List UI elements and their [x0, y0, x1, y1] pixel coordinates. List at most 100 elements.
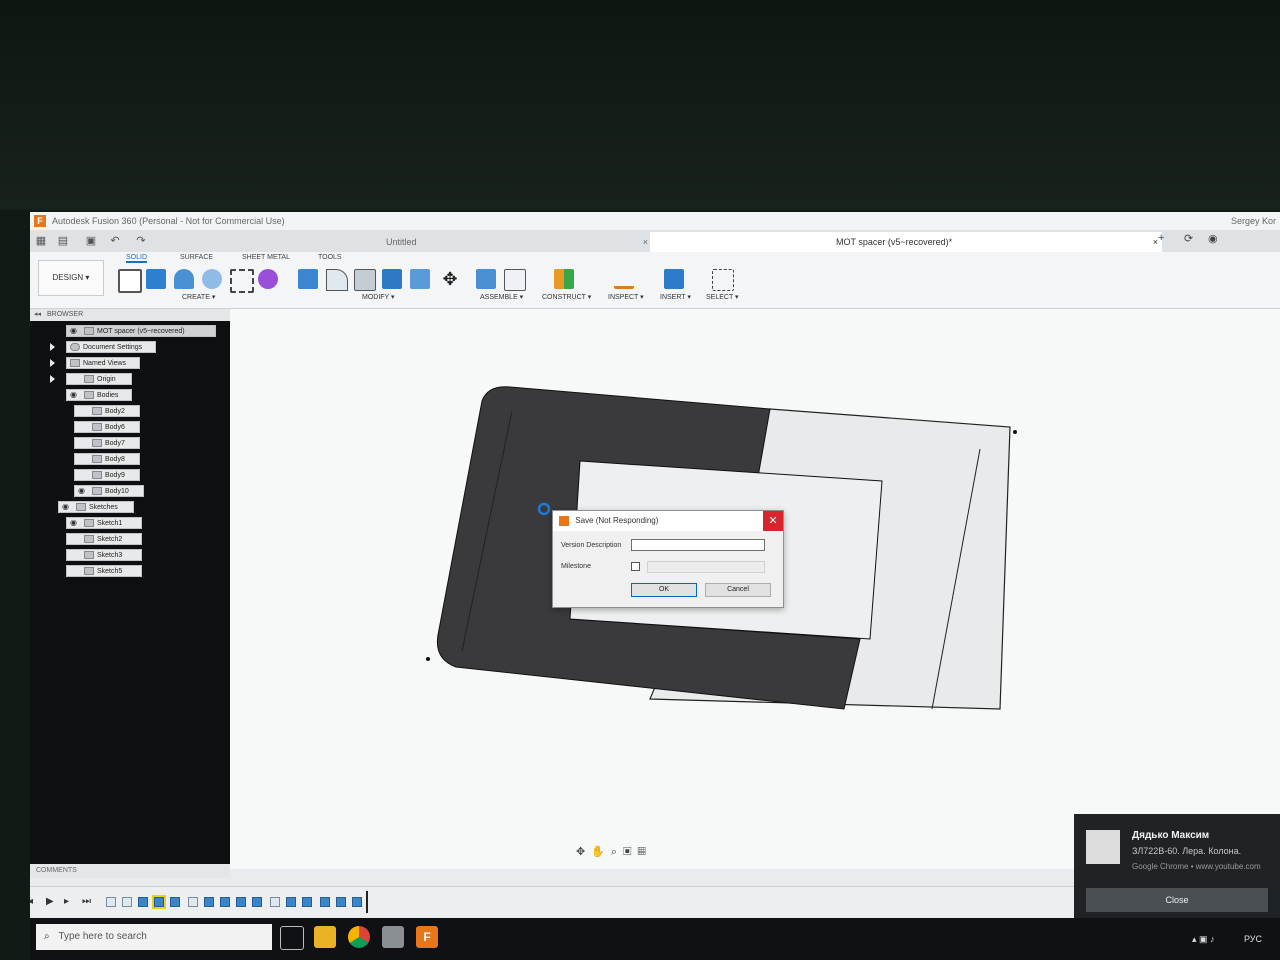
hole-icon[interactable] [202, 269, 222, 289]
user-name[interactable]: Sergey Kor [1231, 212, 1276, 230]
shell-icon[interactable] [382, 269, 402, 289]
new-tab-icon[interactable]: + [1158, 232, 1164, 250]
chrome-icon[interactable] [348, 926, 370, 948]
ok-button[interactable]: OK [631, 583, 697, 597]
browser-body9[interactable]: Body9 [74, 469, 140, 481]
construct-menu[interactable]: CONSTRUCT ▾ [542, 293, 591, 301]
eye-icon[interactable] [70, 567, 79, 575]
timeline-feature[interactable] [188, 897, 198, 907]
combine-icon[interactable] [410, 269, 430, 289]
eye-icon[interactable] [70, 535, 79, 543]
notification-toast[interactable]: Дядько Максим ЗЛ722В-60. Лера. Колона. G… [1074, 814, 1280, 922]
timeline-feature[interactable] [204, 897, 214, 907]
browser-root[interactable]: ◉ MOT spacer (v5~recovered) [66, 325, 216, 337]
timeline-feature[interactable] [106, 897, 116, 907]
assemble-menu[interactable]: ASSEMBLE ▾ [480, 293, 523, 301]
redo-icon[interactable]: ↷ [134, 235, 148, 247]
extrude-icon[interactable] [146, 269, 166, 289]
browser-body6[interactable]: Body6 [74, 421, 140, 433]
timeline-end-icon[interactable]: ⏭ [82, 896, 91, 907]
task-view-icon[interactable] [280, 926, 304, 950]
version-description-input[interactable] [631, 539, 765, 551]
eye-icon[interactable]: ◉ [70, 519, 79, 527]
taskbar-search[interactable]: ⌕ Type here to search [36, 924, 272, 950]
timeline-play-icon[interactable]: ▶ [46, 896, 54, 907]
joint-icon[interactable] [504, 269, 526, 291]
timeline-feature[interactable] [170, 897, 180, 907]
select-icon[interactable] [712, 269, 734, 291]
new-component-icon[interactable] [476, 269, 496, 289]
eye-icon[interactable]: ◉ [62, 503, 71, 511]
modify-menu[interactable]: MODIFY ▾ [362, 293, 395, 301]
revolve-icon[interactable] [174, 269, 194, 289]
inspect-menu[interactable]: INSPECT ▾ [608, 293, 644, 301]
fusion-360-icon[interactable]: F [416, 926, 438, 948]
expand-icon[interactable] [50, 375, 55, 383]
collapse-icon[interactable]: ◂◂ [34, 311, 41, 318]
timeline-feature-selected[interactable] [152, 895, 166, 909]
tab-surface[interactable]: SURFACE [180, 254, 213, 261]
timeline-feature[interactable] [336, 897, 346, 907]
chamfer-icon[interactable] [354, 269, 376, 291]
create-menu[interactable]: CREATE ▾ [182, 293, 215, 301]
measure-icon[interactable] [614, 274, 634, 289]
insert-menu[interactable]: INSERT ▾ [660, 293, 691, 301]
browser-named-views[interactable]: Named Views [66, 357, 140, 369]
form-icon[interactable] [258, 269, 278, 289]
browser-body2[interactable]: Body2 [74, 405, 140, 417]
comments-panel[interactable]: COMMENTS [30, 864, 230, 878]
browser-origin[interactable]: Origin [66, 373, 132, 385]
eye-icon[interactable] [70, 375, 79, 383]
notification-close-button[interactable]: Close [1086, 888, 1268, 912]
browser-sketches[interactable]: ◉ Sketches [58, 501, 134, 513]
language-indicator[interactable]: РУС [1244, 934, 1262, 944]
timeline-next-icon[interactable]: ▸ [64, 896, 69, 907]
zoom-icon[interactable]: ⌕ [611, 846, 623, 858]
orbit-icon[interactable]: ✥ [576, 846, 591, 858]
timeline-feature[interactable] [302, 897, 312, 907]
eye-icon[interactable]: ◉ [70, 391, 79, 399]
app-icon[interactable] [382, 926, 404, 948]
pan-icon[interactable]: ✋ [591, 846, 611, 858]
browser-body8[interactable]: Body8 [74, 453, 140, 465]
tab-mot-spacer[interactable]: MOT spacer (v5~recovered)* × [650, 232, 1162, 252]
cancel-button[interactable]: Cancel [705, 583, 771, 597]
file-menu-icon[interactable]: ▤ [56, 235, 70, 247]
browser-sketch3[interactable]: Sketch3 [66, 549, 142, 561]
undo-icon[interactable]: ↶ [108, 235, 122, 247]
timeline-prev-icon[interactable]: ◂ [30, 896, 33, 907]
workspace-switcher-button[interactable]: DESIGN ▾ [38, 260, 104, 296]
timeline-feature[interactable] [352, 897, 362, 907]
browser-body7[interactable]: Body7 [74, 437, 140, 449]
timeline-feature[interactable] [286, 897, 296, 907]
display-settings-icon[interactable]: ▣ [623, 846, 637, 858]
system-tray[interactable]: ▴ ▣ ♪ [1192, 934, 1215, 945]
tab-untitled[interactable]: Untitled × [380, 232, 652, 252]
browser-body10[interactable]: ◉ Body10 [74, 485, 144, 497]
browser-sketch2[interactable]: Sketch2 [66, 533, 142, 545]
eye-icon[interactable] [78, 407, 87, 415]
eye-icon[interactable] [78, 471, 87, 479]
save-icon[interactable]: ▣ [84, 235, 98, 247]
offset-plane-icon[interactable] [554, 269, 574, 289]
timeline-feature[interactable] [122, 897, 132, 907]
timeline-feature[interactable] [320, 897, 330, 907]
browser-bodies[interactable]: ◉ Bodies [66, 389, 132, 401]
pattern-icon[interactable] [230, 269, 254, 293]
file-explorer-icon[interactable] [314, 926, 336, 948]
browser-sketch5[interactable]: Sketch5 [66, 565, 142, 577]
job-status-icon[interactable]: ⟳ [1184, 232, 1193, 250]
dialog-close-button[interactable]: ✕ [763, 511, 783, 531]
insert-image-icon[interactable] [664, 269, 684, 289]
browser-document-settings[interactable]: Document Settings [66, 341, 156, 353]
expand-icon[interactable] [50, 359, 55, 367]
browser-sketch1[interactable]: ◉ Sketch1 [66, 517, 142, 529]
create-sketch-icon[interactable] [118, 269, 142, 293]
timeline-feature[interactable] [138, 897, 148, 907]
timeline-feature[interactable] [270, 897, 280, 907]
notifications-icon[interactable]: ◉ [1208, 232, 1218, 250]
eye-icon[interactable] [78, 439, 87, 447]
press-pull-icon[interactable] [298, 269, 318, 289]
grid-settings-icon[interactable]: ▦ [637, 846, 651, 858]
timeline-feature[interactable] [236, 897, 246, 907]
